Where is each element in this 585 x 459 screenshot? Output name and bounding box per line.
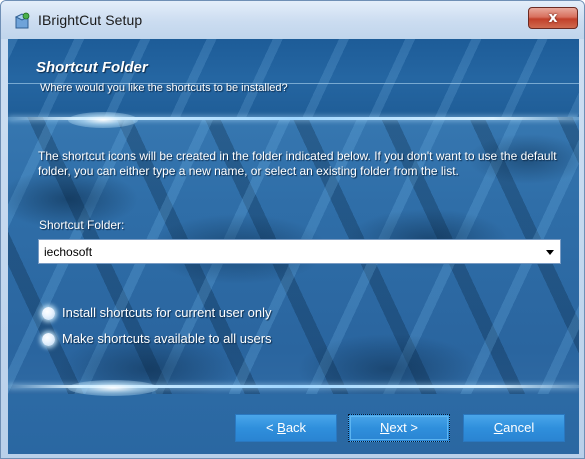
footer-glow — [68, 380, 158, 396]
radio-dot-icon[interactable] — [42, 307, 55, 320]
setup-window: IBrightCut Setup x Shortcut Folder Where… — [0, 0, 585, 459]
radio-dot-icon[interactable] — [42, 333, 55, 346]
cancel-button-label: ancel — [503, 420, 535, 435]
shortcut-folder-label: Shortcut Folder: — [39, 218, 125, 232]
header-banner: Shortcut Folder Where would you like the… — [8, 39, 579, 117]
radio-all-users-label[interactable]: Make shortcuts available to all users — [62, 331, 272, 346]
cancel-button[interactable]: Cancel — [463, 414, 565, 442]
chevron-down-icon[interactable] — [546, 250, 554, 255]
next-button[interactable]: Next > — [348, 414, 450, 442]
back-button-label: ack — [285, 420, 307, 435]
header-divider — [8, 83, 579, 84]
installer-icon — [13, 12, 31, 30]
separator-glow — [68, 112, 138, 128]
window-title: IBrightCut Setup — [38, 12, 143, 28]
back-button-prefix: < — [265, 420, 278, 435]
description-text: The shortcut icons will be created in th… — [38, 149, 557, 178]
wizard-content: Shortcut Folder Where would you like the… — [8, 39, 579, 454]
cancel-button-accel: C — [493, 420, 504, 435]
step-title: Shortcut Folder — [36, 59, 148, 76]
shortcut-folder-combobox[interactable]: iechosoft — [38, 239, 561, 264]
next-button-label: ext > — [389, 420, 418, 435]
radio-current-user-label[interactable]: Install shortcuts for current user only — [62, 305, 272, 320]
back-button[interactable]: < Back — [235, 414, 337, 442]
close-icon: x — [548, 10, 558, 26]
back-button-accel: B — [277, 420, 286, 435]
title-bar[interactable]: IBrightCut Setup x — [1, 1, 584, 39]
next-button-accel: N — [380, 420, 390, 435]
close-button[interactable]: x — [528, 7, 578, 29]
shortcut-folder-value: iechosoft — [44, 245, 93, 259]
